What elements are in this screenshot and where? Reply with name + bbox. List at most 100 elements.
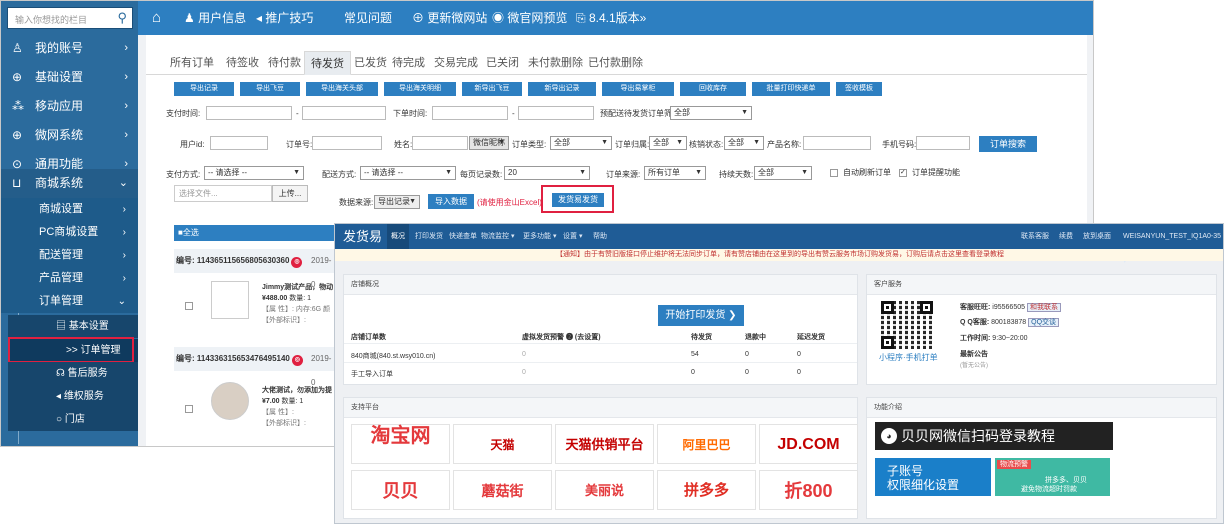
userid-input[interactable] [210, 136, 268, 150]
platform-taobao[interactable]: 淘宝网 [351, 424, 450, 464]
phone-input[interactable] [916, 136, 970, 150]
upload-button[interactable]: 上传... [272, 185, 308, 202]
product-title[interactable]: 大佬测试，勿添加为提 [262, 385, 334, 396]
tab-to-sign[interactable]: 待签收 [226, 51, 259, 75]
tab-done[interactable]: 交易完成 [434, 51, 478, 75]
wangwang-contact-button[interactable]: 和我联系 [1026, 303, 1061, 312]
tab-unpaid-deleted[interactable]: 未付款删除 [528, 51, 583, 75]
order-time-end-input[interactable] [518, 106, 594, 120]
ship-method-select[interactable]: -- 请选择 -- ▼ [360, 166, 456, 180]
pay-time-start-input[interactable] [206, 106, 292, 120]
order-checkbox[interactable] [185, 405, 193, 413]
source-select[interactable]: 所有订单 ▼ [644, 166, 706, 180]
pay-method-select[interactable]: -- 请选择 -- ▼ [204, 166, 304, 180]
sidebar-sub-mall-settings[interactable]: 商城设置 › [1, 198, 138, 221]
order-type-select[interactable]: 全部 ▼ [550, 136, 612, 150]
platform-1688[interactable]: 阿里巴巴 [657, 424, 756, 464]
sidebar-item-mobile[interactable]: ⁂ 移动应用 › [1, 92, 138, 121]
platform-beibei[interactable]: 贝贝 [351, 470, 450, 510]
home-icon[interactable]: ⌂ [152, 1, 161, 35]
nav-logistics[interactable]: 物流监控 ▾ [481, 224, 514, 249]
name-input[interactable] [412, 136, 468, 150]
days-select[interactable]: 全部 ▼ [754, 166, 812, 180]
nav-preview[interactable]: ◉ 微官网预览 [492, 1, 567, 35]
nick-select[interactable]: 微信昵称 ▼ [469, 136, 509, 150]
nav-faq[interactable]: 常见问题 [344, 1, 392, 35]
export-customs-head-button[interactable]: 导出海关头部 [306, 82, 378, 96]
pay-time-end-input[interactable] [302, 106, 386, 120]
file-input[interactable]: 选择文件... [174, 185, 272, 202]
subaccount-banner[interactable]: 子账号 权限细化设置 [875, 458, 991, 496]
nav-user-info[interactable]: ♟ 用户信息 [184, 1, 246, 35]
nav-overview[interactable]: 概况 [387, 224, 409, 249]
new-export-record-button[interactable]: 新导出记录 [528, 82, 596, 96]
platform-zhe800[interactable]: 折800 [759, 470, 858, 510]
new-export-feidou-button[interactable]: 新导出飞豆 [462, 82, 522, 96]
tab-all[interactable]: 所有订单 [170, 51, 214, 75]
wechat-tutorial-banner[interactable]: ◕ 贝贝网微信扫码登录教程 [875, 422, 1113, 450]
renew-link[interactable]: 续费 [1059, 224, 1073, 249]
nav-help[interactable]: 帮助 [593, 224, 607, 249]
sidebar-third-rights[interactable]: ◂ 维权服务 [8, 385, 138, 408]
sidebar-third-store[interactable]: ○ 门店 [8, 408, 138, 431]
tab-paid-deleted[interactable]: 已付款删除 [588, 51, 643, 75]
sidebar-sub-pc-mall[interactable]: PC商城设置 › [1, 221, 138, 244]
export-record-button[interactable]: 导出记录 [174, 82, 234, 96]
tab-closed[interactable]: 已关闭 [486, 51, 519, 75]
sidebar-item-account[interactable]: ♙ 我的账号 › [1, 34, 138, 63]
nav-version[interactable]: ⎘ 8.4.1版本» [576, 1, 646, 35]
nav-more[interactable]: 更多功能 ▾ [523, 224, 556, 249]
platform-meilishuo[interactable]: 美丽说 [555, 470, 654, 510]
belong-select[interactable]: 全部 ▼ [649, 136, 687, 150]
platform-tmall-supply[interactable]: 天猫供销平台 [555, 424, 654, 464]
qq-chat-button[interactable]: QQ交谈 [1028, 318, 1060, 327]
nav-promo[interactable]: ◂ 推广技巧 [256, 1, 313, 35]
sidebar-sub-delivery[interactable]: 配送管理 › [1, 244, 138, 267]
import-data-button[interactable]: 导入数据 [428, 194, 474, 209]
fahuoyi-ship-button[interactable]: 发货易发货 [552, 193, 604, 207]
tab-to-ship[interactable]: 待发货 [304, 51, 351, 75]
search-icon[interactable]: ⚲ [117, 10, 127, 26]
nav-print-ship[interactable]: 打印发货 [415, 224, 443, 249]
logistics-warning-banner[interactable]: 物流预警 拼多多、贝贝 避免物流超时罚款 [995, 458, 1110, 496]
data-source-select[interactable]: 导出记录 ▼ [374, 195, 420, 209]
product-input[interactable] [803, 136, 871, 150]
notice-text[interactable]: 【通知】由于有赞旧版接口停止维护将无法同步订单，请有赞店铺由在这里到的导出有赞云… [556, 251, 1004, 258]
export-yzg-button[interactable]: 导出易掌柜 [602, 82, 674, 96]
order-search-button[interactable]: 订单搜索 [979, 136, 1037, 152]
nav-express-query[interactable]: 快递查单 [449, 224, 477, 249]
platform-tmall[interactable]: 天猫 TMALL.COM [453, 424, 552, 492]
preset-filter-select[interactable]: 全部 ▼ [670, 106, 752, 120]
platform-pinduoduo[interactable]: 拼多多 [657, 470, 756, 510]
platform-mogujie[interactable]: 蘑菇街 [453, 470, 552, 510]
sign-template-button[interactable]: 签收模板 [836, 82, 882, 96]
order-no-input[interactable] [312, 136, 382, 150]
sidebar-item-mall[interactable]: ⊔ 商城系统 ⌄ [1, 169, 138, 198]
desktop-link[interactable]: 放到桌面 [1083, 224, 1111, 249]
batch-print-button[interactable]: 批量打印快递单 [752, 82, 830, 96]
contact-service-link[interactable]: 联系客服 [1021, 224, 1049, 249]
tab-to-pay[interactable]: 待付款 [268, 51, 301, 75]
sidebar-third-basic[interactable]: ▤ 基本设置 [8, 315, 138, 338]
export-feidou-button[interactable]: 导出飞豆 [240, 82, 300, 96]
select-all-header[interactable]: ■全选 [174, 225, 334, 241]
product-title[interactable]: Jimmy测试产品，物动 [262, 282, 334, 293]
nav-settings[interactable]: 设置 ▾ [563, 224, 582, 249]
sidebar-item-basic[interactable]: ⊕ 基础设置 › [1, 63, 138, 92]
tab-shipped[interactable]: 已发货 [354, 51, 387, 75]
sidebar-sub-products[interactable]: 产品管理 › [1, 267, 138, 290]
remind-checkbox[interactable]: ✓ [899, 169, 907, 177]
sidebar-third-aftersale[interactable]: ☊ 售后服务 [8, 362, 138, 385]
platform-jd[interactable]: JD.COM [759, 424, 858, 464]
sidebar-item-microsite[interactable]: ⊕ 微网系统 › [1, 121, 138, 150]
order-checkbox[interactable] [185, 302, 193, 310]
export-customs-detail-button[interactable]: 导出海关明细 [384, 82, 456, 96]
verify-select[interactable]: 全部 ▼ [724, 136, 764, 150]
sidebar-search-input[interactable]: 输入你想找的栏目 ⚲ [7, 7, 133, 29]
start-print-button[interactable]: 开始打印发货 ❯ [658, 305, 744, 326]
nav-update[interactable]: ⊕ 更新微网站 [412, 1, 487, 35]
per-page-select[interactable]: 20 ▼ [504, 166, 590, 180]
recycle-stock-button[interactable]: 回收库存 [680, 82, 746, 96]
col-header[interactable]: 虚拟发货预警 ❷ (去设置) [522, 332, 601, 342]
tab-to-complete[interactable]: 待完成 [392, 51, 425, 75]
